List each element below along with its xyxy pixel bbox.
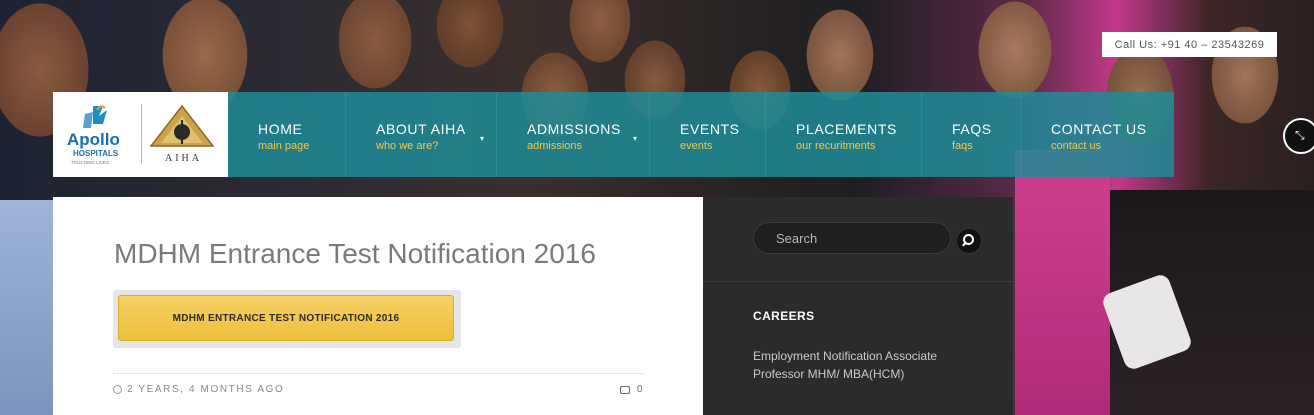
nav-label: FAQS — [952, 121, 992, 137]
apollo-tagline: TOUCHING LIVES — [71, 160, 109, 165]
nav-item-events[interactable]: EVENTS events — [649, 92, 765, 177]
main-content: MDHM Entrance Test Notification 2016 MDH… — [53, 197, 703, 415]
photo-detail — [0, 200, 60, 415]
nav-label: PLACEMENTS — [796, 121, 897, 137]
nav-label: EVENTS — [680, 121, 740, 137]
apollo-subtext: HOSPITALS — [73, 149, 119, 158]
dropdown-caret-icon: ▾ — [480, 134, 485, 143]
expand-icon: ⤡ — [1295, 128, 1305, 142]
nav-sublabel: admissions — [527, 140, 583, 152]
nav-sublabel: events — [680, 140, 713, 152]
nav-item-admissions[interactable]: ADMISSIONS admissions ▾ — [496, 92, 649, 177]
site-logo[interactable]: Apollo HOSPITALS TOUCHING LIVES AIHA — [53, 92, 228, 177]
post-date-text: 2 YEARS, 4 MONTHS AGO — [127, 384, 285, 395]
notification-download-button[interactable]: MDHM ENTRANCE TEST NOTIFICATION 2016 — [118, 295, 454, 341]
call-us-bar: Call Us: +91 40 – 23543269 — [1102, 32, 1277, 57]
careers-link[interactable]: Employment Notification Associate Profes… — [753, 347, 963, 383]
nav-item-faqs[interactable]: FAQS faqs — [921, 92, 1020, 177]
post-button-frame: MDHM ENTRANCE TEST NOTIFICATION 2016 — [113, 290, 461, 348]
sidebar-divider — [703, 281, 1013, 282]
nav-label: HOME — [258, 121, 303, 137]
clock-icon — [113, 385, 122, 394]
nav-item-contact[interactable]: CONTACT US contact us — [1020, 92, 1174, 177]
dropdown-caret-icon: ▾ — [633, 134, 638, 143]
nav-sublabel: our recuritments — [796, 140, 876, 152]
careers-widget-title: CAREERS — [753, 309, 815, 323]
nav-sublabel: who we are? — [376, 140, 439, 152]
search-button[interactable] — [956, 228, 982, 254]
nav-label: ABOUT AIHA — [376, 121, 466, 137]
logo-divider — [141, 104, 142, 164]
apollo-hospitals-logo: Apollo HOSPITALS TOUCHING LIVES — [67, 105, 120, 165]
post-divider — [113, 373, 643, 374]
search-input[interactable] — [753, 222, 951, 254]
call-us-text: Call Us: +91 40 – 23543269 — [1114, 38, 1265, 51]
aiha-wordmark: AIHA — [165, 153, 202, 164]
sidebar: CAREERS Employment Notification Associat… — [703, 197, 1013, 415]
post-title[interactable]: MDHM Entrance Test Notification 2016 — [114, 238, 596, 270]
post-date: 2 YEARS, 4 MONTHS AGO — [113, 384, 284, 395]
nav-label: CONTACT US — [1051, 121, 1147, 137]
nav-item-about[interactable]: ABOUT AIHA who we are? ▾ — [345, 92, 496, 177]
nav-sublabel: main page — [258, 140, 310, 152]
fullscreen-toggle-button[interactable]: ⤡ — [1283, 118, 1314, 154]
nav-sublabel: faqs — [952, 140, 973, 152]
nav-item-placements[interactable]: PLACEMENTS our recuritments — [765, 92, 921, 177]
comments-link[interactable]: 0 — [620, 384, 643, 395]
nav-item-home[interactable]: HOME main page — [228, 92, 345, 177]
comment-icon — [620, 385, 630, 394]
photo-detail — [1015, 150, 1110, 415]
comment-count: 0 — [637, 384, 643, 395]
main-navigation: HOME main page ABOUT AIHA who we are? ▾ … — [228, 92, 1174, 177]
aiha-logo: AIHA — [149, 104, 215, 164]
nav-label: ADMISSIONS — [527, 121, 621, 137]
apollo-wordmark: Apollo — [67, 130, 120, 149]
nav-sublabel: contact us — [1051, 140, 1102, 152]
